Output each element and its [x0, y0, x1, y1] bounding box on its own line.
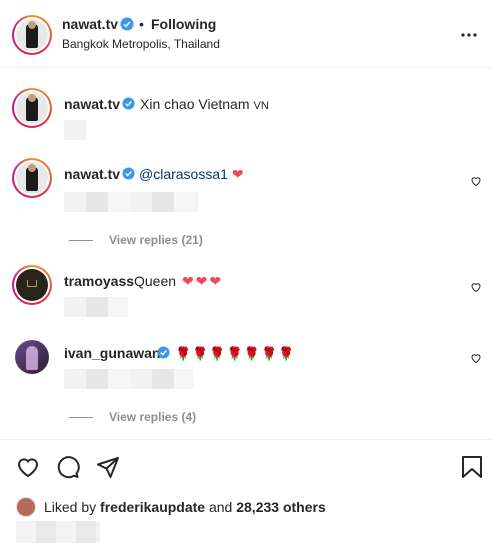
heart-emoji: ❤	[195, 273, 208, 289]
rose-emoji: 🌹	[209, 346, 226, 361]
comment-item: tramoyass Queen ❤ ❤ ❤	[12, 265, 482, 325]
header-separator: •	[139, 16, 144, 32]
timestamp-blurred	[64, 120, 86, 140]
header-username[interactable]: nawat.tv	[62, 16, 118, 32]
heart-emoji: ❤	[209, 273, 222, 289]
verified-badge-icon	[120, 17, 134, 36]
following-button[interactable]: Following	[151, 16, 216, 32]
share-icon[interactable]	[96, 455, 120, 484]
comment-caption: nawat.tv Xin chao Vietnam VN	[12, 88, 482, 144]
avatar[interactable]	[12, 265, 52, 305]
comment-username[interactable]: tramoyass	[64, 273, 134, 289]
header-avatar[interactable]	[12, 15, 52, 55]
rose-emoji: 🌹	[243, 346, 260, 361]
comment-item: ivan_gunawan 🌹🌹🌹🌹🌹🌹🌹	[12, 337, 482, 397]
comment-username[interactable]: ivan_gunawan	[64, 345, 160, 361]
heart-icon[interactable]	[16, 455, 40, 484]
replies-divider	[69, 240, 93, 242]
likes-count-link[interactable]: 28,233 others	[236, 499, 326, 515]
view-replies-link[interactable]: View replies (4)	[69, 410, 196, 424]
replies-divider	[69, 417, 93, 419]
comment-text: Xin chao Vietnam VN	[140, 96, 269, 112]
comment-text: 🌹🌹🌹🌹🌹🌹🌹	[175, 345, 295, 362]
post-header: nawat.tv • Following Bangkok Metropolis,…	[0, 0, 492, 68]
post-actions: Liked by frederikaupdate and 28,233 othe…	[0, 439, 492, 550]
comment-meta-blurred	[64, 192, 198, 212]
more-options-icon[interactable]	[461, 24, 477, 42]
heart-emoji: ❤	[181, 273, 194, 289]
verified-badge-icon	[122, 97, 135, 115]
post-date-blurred	[16, 521, 100, 543]
avatar[interactable]	[12, 337, 52, 377]
avatar[interactable]	[12, 158, 52, 198]
comment-username[interactable]: nawat.tv	[64, 96, 120, 112]
comment-item: nawat.tv @clarasossa1 ❤	[12, 158, 482, 218]
comment-meta-blurred	[64, 369, 194, 389]
rose-emoji: 🌹	[175, 346, 192, 361]
comment-username[interactable]: nawat.tv	[64, 166, 120, 182]
rose-emoji: 🌹	[278, 346, 295, 361]
comment-text: @clarasossa1 ❤	[139, 166, 244, 183]
location-link[interactable]: Bangkok Metropolis, Thailand	[62, 37, 220, 51]
verified-badge-icon	[157, 346, 170, 364]
comment-text: Queen ❤ ❤ ❤	[134, 273, 222, 289]
mention-link[interactable]: @clarasossa1	[139, 166, 228, 182]
flag-vn-icon: VN	[253, 100, 269, 112]
liked-by-row: Liked by frederikaupdate and 28,233 othe…	[16, 497, 326, 517]
like-comment-heart-icon[interactable]	[470, 174, 482, 192]
like-comment-heart-icon[interactable]	[470, 351, 482, 369]
like-comment-heart-icon[interactable]	[470, 280, 482, 298]
verified-badge-icon	[122, 167, 135, 185]
rose-emoji: 🌹	[226, 346, 243, 361]
view-replies-link[interactable]: View replies (21)	[69, 233, 203, 247]
liked-by-prefix: Liked by	[44, 499, 97, 515]
comment-meta-blurred	[64, 297, 128, 317]
rose-emoji: 🌹	[260, 346, 278, 361]
liked-by-and: and	[208, 499, 233, 515]
avatar[interactable]	[12, 88, 52, 128]
heart-emoji: ❤	[231, 166, 244, 182]
liked-by-user-link[interactable]: frederikaupdate	[100, 499, 205, 515]
liker-avatar[interactable]	[16, 497, 36, 517]
comment-icon[interactable]	[56, 455, 80, 484]
bookmark-icon[interactable]	[461, 455, 483, 484]
rose-emoji: 🌹	[192, 346, 209, 361]
